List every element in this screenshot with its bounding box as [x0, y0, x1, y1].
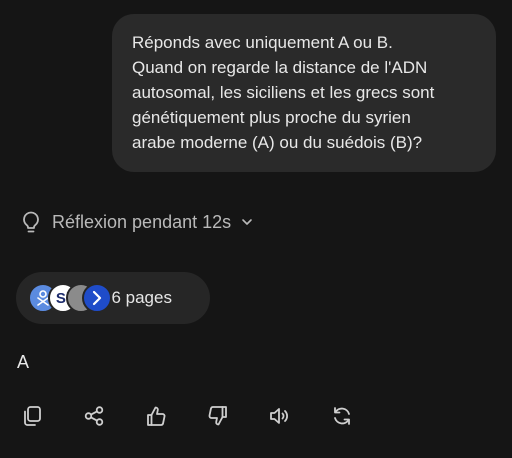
answer-text: A	[17, 352, 30, 372]
thinking-label: Réflexion pendant 12s	[52, 211, 232, 232]
thumbs-down-icon	[208, 406, 227, 426]
regenerate-button[interactable]	[326, 400, 358, 432]
user-message-line: autosomal, les siciliens et les grecs so…	[132, 83, 435, 102]
copy-icon	[24, 406, 41, 426]
response-actions	[16, 400, 388, 432]
user-message-line: Réponds avec uniquement A ou B.	[132, 33, 393, 52]
read-aloud-button[interactable]	[264, 400, 296, 432]
thinking-toggle[interactable]: Réflexion pendant 12s	[20, 208, 253, 236]
chevron-down-icon	[241, 218, 253, 226]
user-message-bubble: Réponds avec uniquement A ou B. Quand on…	[112, 14, 496, 172]
source-favicon-4	[82, 283, 112, 313]
like-button[interactable]	[140, 400, 172, 432]
sources-button[interactable]: Si 26 pages	[16, 272, 210, 324]
dislike-button[interactable]	[202, 400, 234, 432]
source-favicons: Si	[28, 281, 118, 315]
copy-button[interactable]	[16, 400, 48, 432]
lightbulb-icon	[20, 210, 42, 234]
user-message-line: Quand on regarde la distance de l'ADN	[132, 58, 428, 77]
share-button[interactable]	[78, 400, 110, 432]
share-icon	[84, 406, 104, 426]
user-message-line: génétiquement plus proche du syrien	[132, 108, 411, 127]
user-message-line: arabe moderne (A) ou du suédois (B)?	[132, 133, 423, 152]
read-aloud-icon	[270, 408, 288, 424]
thumbs-up-icon	[147, 406, 166, 426]
regenerate-icon	[334, 407, 350, 425]
